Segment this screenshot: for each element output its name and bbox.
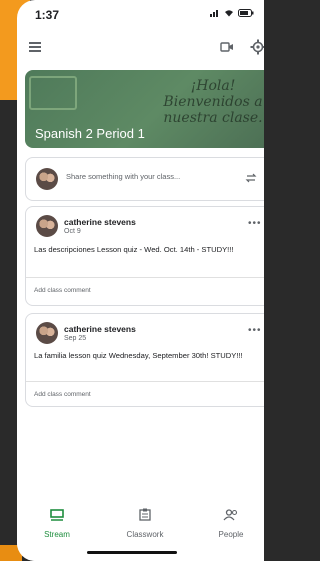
home-indicator[interactable] xyxy=(87,551,177,554)
nav-label-people: People xyxy=(218,530,244,539)
nav-label-classwork: Classwork xyxy=(126,530,164,539)
share-card[interactable]: Share something with your class... xyxy=(25,157,264,201)
people-icon xyxy=(223,509,238,521)
divider xyxy=(26,277,264,278)
classwork-icon xyxy=(139,508,151,521)
nav-stream[interactable]: Stream xyxy=(27,508,87,539)
post-text: Las descripciones Lesson quiz - Wed. Oct… xyxy=(34,245,234,254)
post-date: Oct 9 xyxy=(64,228,81,235)
phone-screen: 1:37 ¡Hola! Bienvenidos a nuestra clase.… xyxy=(17,0,264,561)
avatar xyxy=(36,215,58,237)
video-icon[interactable] xyxy=(220,41,234,53)
battery-icon xyxy=(238,9,254,17)
avatar xyxy=(36,322,58,344)
post-card[interactable]: catherine stevens Sep 25 ••• La familia … xyxy=(25,313,264,407)
avatar xyxy=(36,168,58,190)
status-time: 1:37 xyxy=(35,8,60,22)
wifi-icon xyxy=(225,10,233,17)
share-input[interactable]: Share something with your class... xyxy=(66,172,180,181)
more-icon[interactable]: ••• xyxy=(248,325,262,336)
post-author: catherine stevens xyxy=(64,217,136,227)
more-icon[interactable]: ••• xyxy=(248,218,262,229)
stream-icon xyxy=(50,509,64,521)
status-icons xyxy=(210,9,254,17)
post-text: La familia lesson quiz Wednesday, Septem… xyxy=(34,351,243,360)
nav-classwork[interactable]: Classwork xyxy=(115,508,175,539)
class-title: Spanish 2 Period 1 xyxy=(35,126,145,141)
gear-icon[interactable] xyxy=(250,39,264,55)
signal-icon xyxy=(210,10,218,17)
app-top-bar xyxy=(17,34,264,62)
nav-label-stream: Stream xyxy=(44,530,70,539)
menu-icon[interactable] xyxy=(29,42,41,52)
repost-icon[interactable] xyxy=(245,172,257,184)
add-comment-button[interactable]: Add class comment xyxy=(34,287,91,294)
post-date: Sep 25 xyxy=(64,335,87,342)
banner-greeting-image: ¡Hola! Bienvenidos a nuestra clase. xyxy=(163,78,263,126)
add-comment-button[interactable]: Add class comment xyxy=(34,391,91,398)
status-bar: 1:37 xyxy=(17,0,264,30)
post-author: catherine stevens xyxy=(64,324,136,334)
post-card[interactable]: catherine stevens Oct 9 ••• Las descripc… xyxy=(25,206,264,306)
banner-decoration xyxy=(29,76,77,110)
nav-people[interactable]: People xyxy=(201,508,261,539)
class-banner[interactable]: ¡Hola! Bienvenidos a nuestra clase. Span… xyxy=(25,70,264,148)
divider xyxy=(26,381,264,382)
